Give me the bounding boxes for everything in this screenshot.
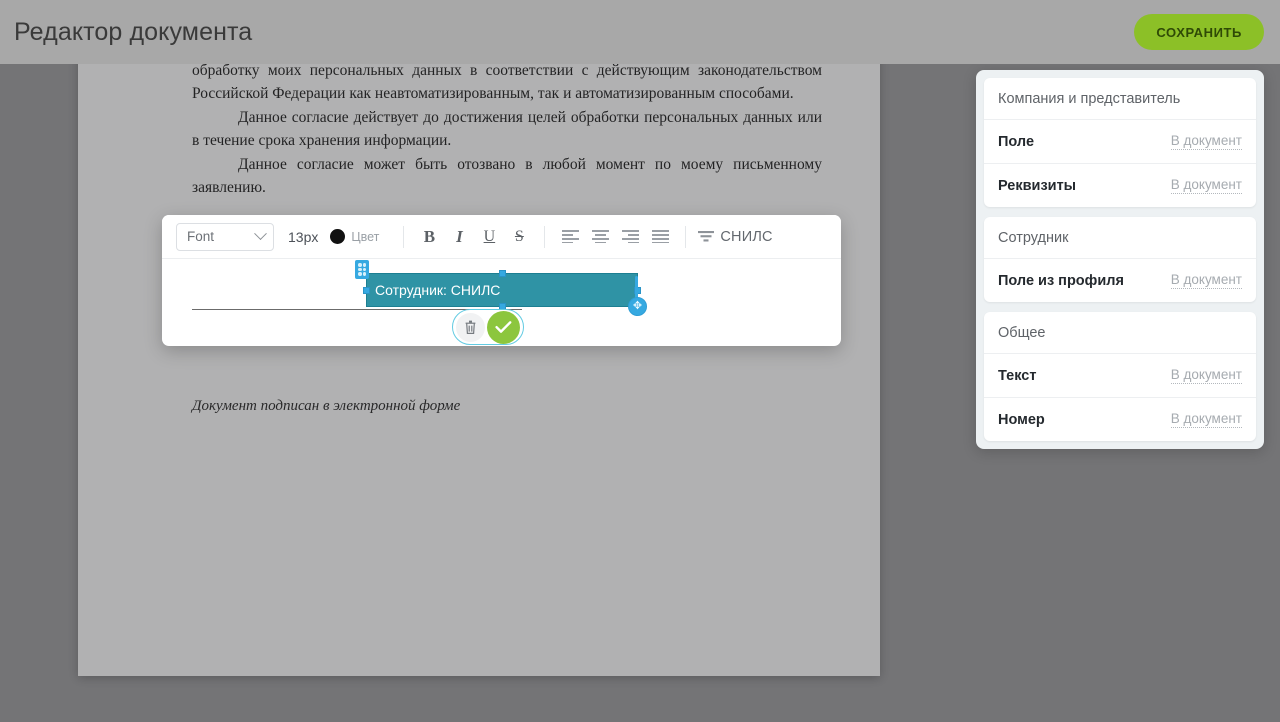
chevron-down-icon <box>254 227 267 241</box>
insert-into-document-link[interactable]: В документ <box>1170 133 1242 150</box>
confirm-field-button[interactable] <box>487 310 520 344</box>
field-group-title: Компания и представитель <box>984 78 1256 120</box>
align-justify-icon <box>651 230 669 243</box>
toolbar-divider <box>685 225 687 248</box>
field-editor-card: Font 13px Цвет B I U S СНИЛС Сотрудник: … <box>162 215 841 346</box>
field-type-label: СНИЛС <box>720 228 773 245</box>
field-group-title: Общее <box>984 312 1256 354</box>
field-row-label: Поле из профиля <box>998 272 1124 289</box>
font-size-value[interactable]: 13px <box>288 229 318 245</box>
insert-into-document-link[interactable]: В документ <box>1170 411 1242 428</box>
align-left-button[interactable] <box>555 223 585 251</box>
selected-field[interactable]: Сотрудник: СНИЛС ✥ <box>355 260 647 316</box>
bold-icon: B <box>423 227 436 246</box>
underline-icon: U <box>483 227 496 245</box>
fields-side-panel: Компания и представитель Поле В документ… <box>976 70 1264 449</box>
field-action-bar <box>452 309 524 345</box>
align-center-icon <box>591 230 609 243</box>
resize-handle-left[interactable] <box>363 286 370 294</box>
italic-button[interactable]: I <box>444 223 474 251</box>
align-center-button[interactable] <box>585 223 615 251</box>
field-group-title: Сотрудник <box>984 217 1256 259</box>
field-group-card: Сотрудник Поле из профиля В документ <box>984 217 1256 302</box>
field-row[interactable]: Поле В документ <box>984 120 1256 164</box>
align-left-icon <box>561 230 579 243</box>
grip-dot <box>358 267 362 272</box>
page-title: Редактор документа <box>14 17 253 46</box>
filter-icon <box>698 231 715 242</box>
field-row[interactable]: Текст В документ <box>984 354 1256 398</box>
resize-handle-top[interactable] <box>498 270 506 277</box>
formatting-toolbar: Font 13px Цвет B I U S СНИЛС <box>162 215 841 259</box>
save-button[interactable]: СОХРАНИТЬ <box>1134 14 1264 50</box>
bold-button[interactable]: B <box>414 223 444 251</box>
field-row[interactable]: Поле из профиля В документ <box>984 259 1256 302</box>
align-right-icon <box>621 230 639 243</box>
insert-into-document-link[interactable]: В документ <box>1170 177 1242 194</box>
field-row-label: Текст <box>998 367 1037 384</box>
top-bar: Редактор документа СОХРАНИТЬ <box>0 0 1280 64</box>
insert-into-document-link[interactable]: В документ <box>1170 367 1242 384</box>
grip-dot <box>362 272 366 276</box>
insert-into-document-link[interactable]: В документ <box>1170 272 1242 289</box>
grip-dot <box>358 272 362 276</box>
toolbar-divider <box>403 225 405 248</box>
grip-dot <box>362 267 366 272</box>
field-row-label: Реквизиты <box>998 177 1077 194</box>
field-row-label: Номер <box>998 411 1045 428</box>
font-family-value: Font <box>187 229 215 244</box>
field-row[interactable]: Реквизиты В документ <box>984 164 1256 207</box>
grip-dot <box>358 263 362 267</box>
align-justify-button[interactable] <box>645 223 675 251</box>
italic-icon: I <box>456 227 463 246</box>
resize-arrows-icon: ✥ <box>632 300 643 312</box>
text-color-swatch[interactable] <box>330 229 346 244</box>
field-group-card: Общее Текст В документ Номер В документ <box>984 312 1256 441</box>
text-color-label: Цвет <box>351 229 380 244</box>
grip-dot <box>362 263 366 267</box>
field-type-button[interactable]: СНИЛС <box>698 228 773 245</box>
trash-icon <box>465 320 476 334</box>
align-right-button[interactable] <box>615 223 645 251</box>
strikethrough-button[interactable]: S <box>504 223 534 251</box>
field-row[interactable]: Номер В документ <box>984 398 1256 441</box>
field-row-label: Поле <box>998 133 1035 150</box>
drag-handle-icon[interactable] <box>355 260 369 279</box>
resize-handle-corner[interactable]: ✥ <box>628 297 647 316</box>
font-family-select[interactable]: Font <box>176 222 274 251</box>
underline-button[interactable]: U <box>474 223 504 251</box>
strikethrough-icon: S <box>514 227 524 245</box>
selected-field-label: Сотрудник: СНИЛС <box>375 282 501 298</box>
field-group-card: Компания и представитель Поле В документ… <box>984 78 1256 207</box>
check-icon <box>495 321 512 333</box>
toolbar-divider <box>544 225 546 248</box>
app-root: обработку моих персональных данных в соо… <box>0 0 1280 722</box>
delete-field-button[interactable] <box>456 312 485 342</box>
